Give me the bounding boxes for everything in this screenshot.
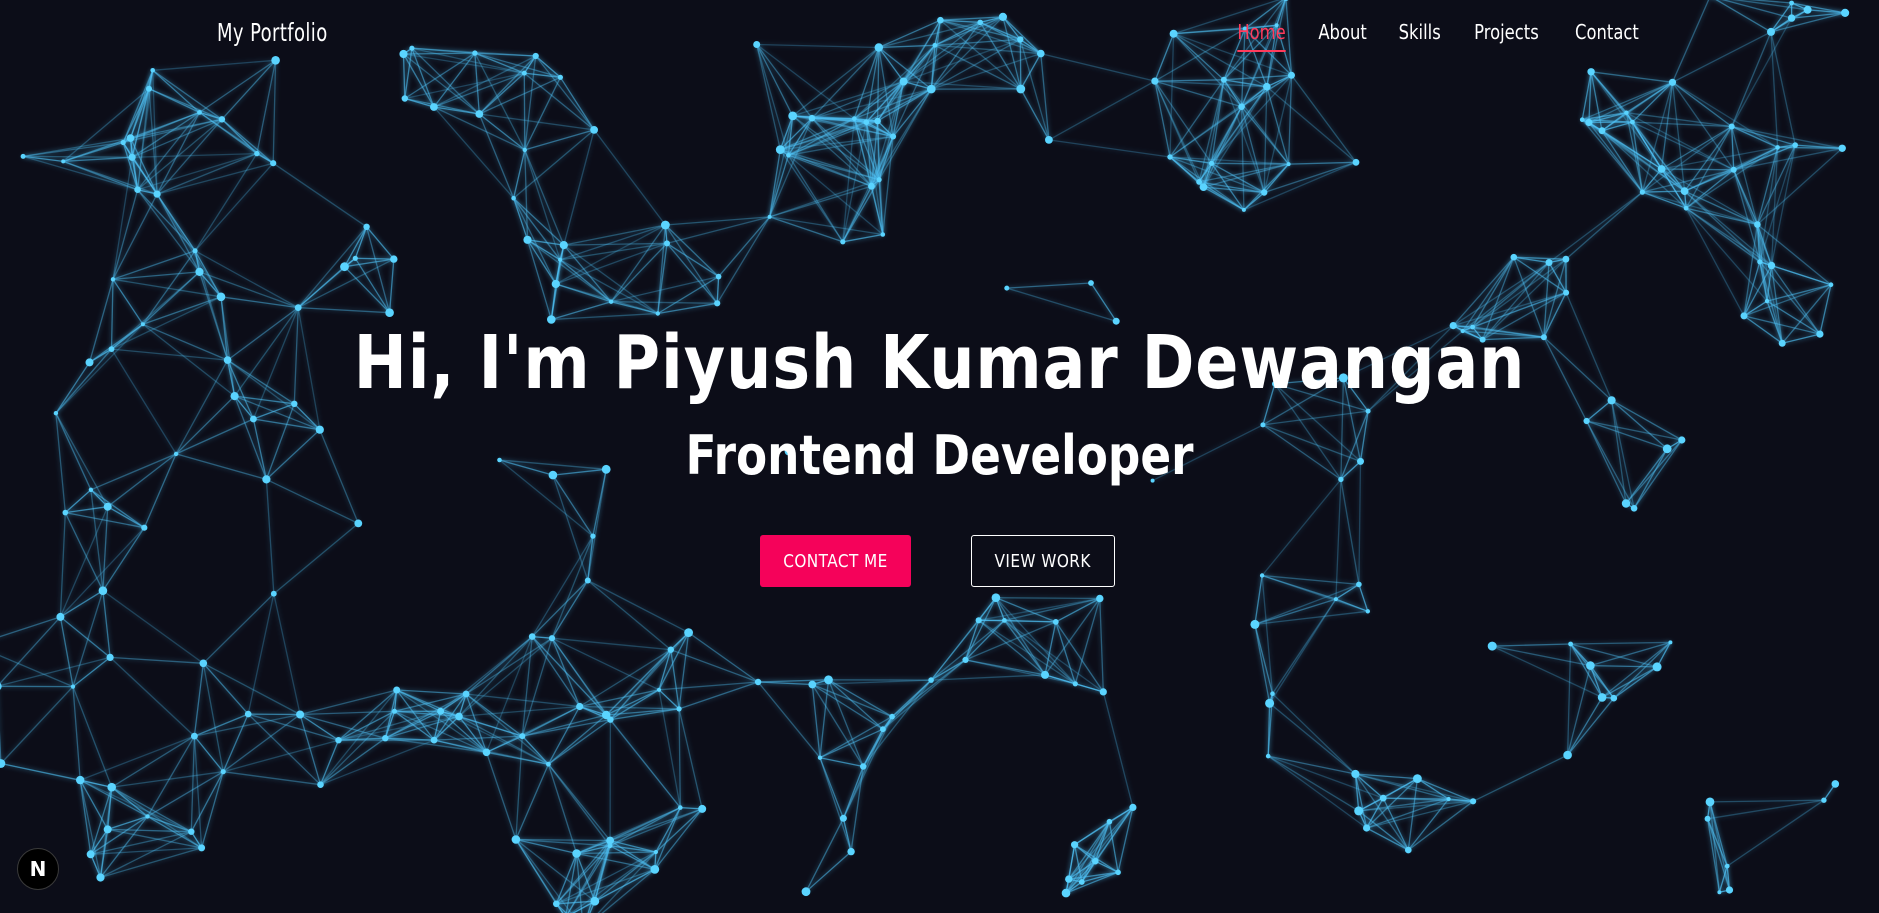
nextjs-letter: N — [29, 857, 47, 881]
contact-me-label: CONTACT ME — [783, 550, 888, 572]
hero-section: Hi, I'm Piyush Kumar Dewangan Frontend D… — [0, 0, 1879, 913]
nextjs-icon[interactable]: N — [17, 848, 59, 890]
portfolio-page: My Portfolio Home About Skills Projects … — [0, 0, 1879, 913]
hero-subtitle: Frontend Developer — [685, 424, 1194, 487]
contact-me-button[interactable]: CONTACT ME — [760, 535, 911, 587]
view-work-button[interactable]: VIEW WORK — [971, 535, 1115, 587]
hero-title: Hi, I'm Piyush Kumar Dewangan — [353, 320, 1526, 406]
view-work-label: VIEW WORK — [994, 550, 1092, 572]
